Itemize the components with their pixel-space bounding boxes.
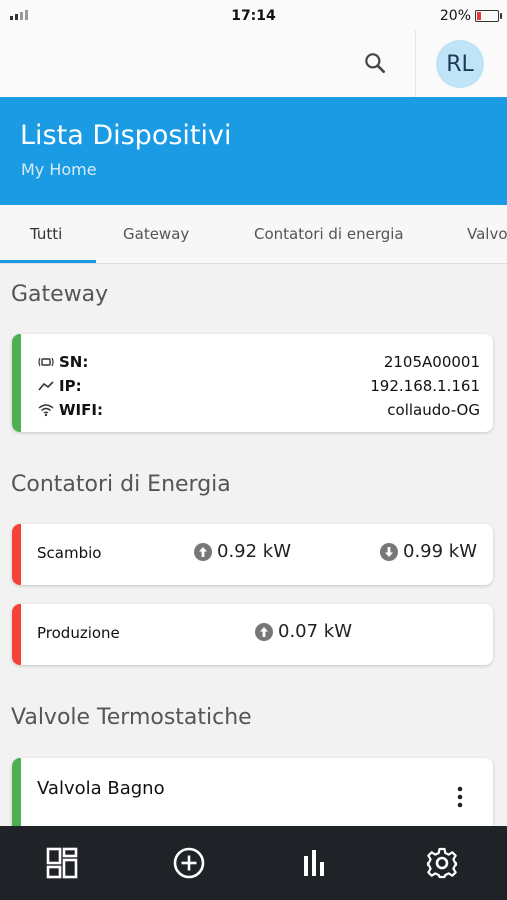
tab-tutti[interactable]: Tutti [30,225,62,243]
production-value-text: 0.07 kW [278,621,353,642]
antenna-icon [38,357,54,367]
arrow-up-circle-icon [255,622,273,641]
tab-valvole[interactable]: Valvo [467,225,507,243]
meter-label: Scambio [37,544,102,562]
wifi-value: collaudo-OG [387,401,480,419]
export-value: 0.99 kW [380,541,477,562]
gateway-card[interactable]: SN: 2105A00001 IP: 192.168.1.161 WIFI: c… [12,334,493,432]
ip-label: IP: [59,377,82,395]
gateway-row-sn: SN: 2105A00001 [37,351,480,373]
wifi-icon [38,404,54,417]
energy-card-produzione[interactable]: Produzione 0.07 kW [12,604,493,665]
tab-gateway[interactable]: Gateway [123,225,189,243]
tab-indicator [0,260,96,263]
arrow-down-circle-icon [380,542,398,561]
home-name[interactable]: My Home [21,160,97,179]
status-bar-red [12,604,21,665]
battery-status: 20% [439,8,502,24]
status-bar-red [12,524,21,585]
arrow-up-circle-icon [194,542,212,561]
import-value-text: 0.92 kW [217,541,292,562]
app-bar-divider [415,30,416,97]
energy-card-scambio[interactable]: Scambio 0.92 kW 0.99 kW [12,524,493,585]
section-title-energia: Contatori di Energia [11,472,231,497]
avatar[interactable]: RL [436,40,484,88]
gateway-row-wifi: WIFI: collaudo-OG [37,399,480,421]
battery-icon [475,10,502,22]
status-time: 17:14 [231,8,276,24]
add-circle-icon[interactable] [172,846,206,880]
app-bar: RL [0,30,507,98]
tab-contatori-energia[interactable]: Contatori di energia [254,225,404,243]
page-header: Lista Dispositivi My Home [0,97,507,205]
sn-label: SN: [59,353,89,371]
section-title-gateway: Gateway [11,282,109,307]
production-value: 0.07 kW [255,621,352,642]
search-icon[interactable] [362,50,388,76]
status-bar: 17:14 20% [0,0,507,30]
tab-bar: Tutti Gateway Contatori di energia Valvo [0,205,507,264]
bottom-navigation [0,826,507,900]
valve-label: Valvola Bagno [37,778,165,799]
battery-percent: 20% [439,8,471,24]
more-vert-icon[interactable] [457,786,463,808]
meter-label: Produzione [37,624,120,642]
import-value: 0.92 kW [194,541,291,562]
section-title-valvole: Valvole Termostatiche [11,705,252,730]
page-title: Lista Dispositivi [20,120,232,151]
gateway-row-ip: IP: 192.168.1.161 [37,375,480,397]
bar-chart-icon[interactable] [298,846,332,880]
status-bar-green [12,334,21,432]
export-value-text: 0.99 kW [403,541,478,562]
wifi-label: WIFI: [59,401,103,419]
sn-value: 2105A00001 [383,353,480,371]
gear-icon[interactable] [425,846,459,880]
dashboard-icon[interactable] [45,846,79,880]
network-icon [38,381,54,391]
ip-value: 192.168.1.161 [370,377,480,395]
